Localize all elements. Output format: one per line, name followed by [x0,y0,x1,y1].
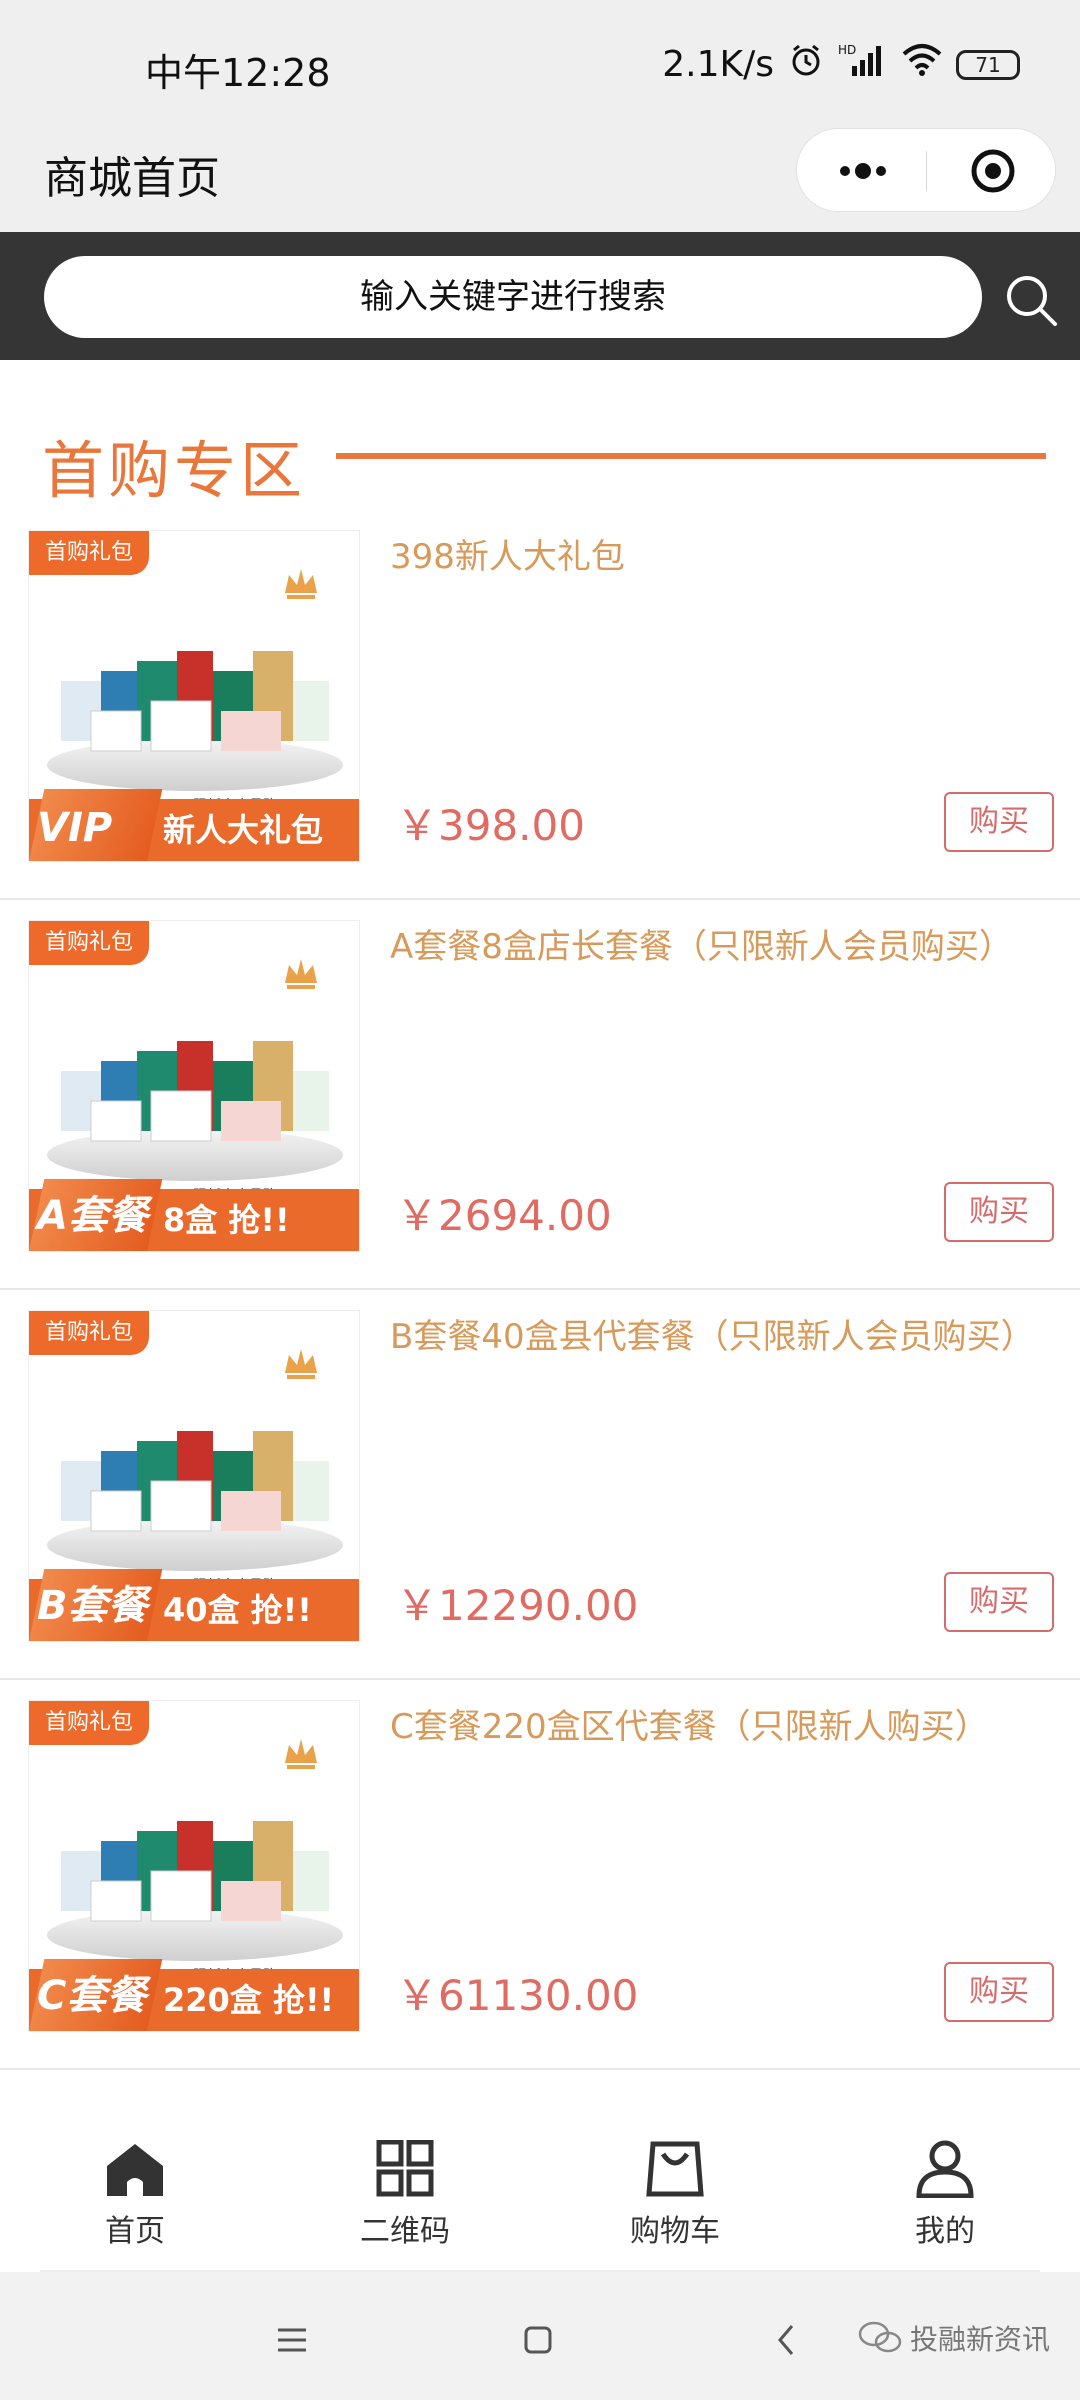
product-name[interactable]: A套餐8盒店长套餐（只限新人会员购买） [390,924,1050,970]
watermark: 投融新资讯 [858,2318,1050,2358]
product-price: ￥61130.00 [396,1971,639,2020]
tab-home[interactable]: 首页 [35,2140,235,2270]
section-header: 首购专区 [0,360,1080,510]
product-image[interactable]: 首购礼包 只限新人会员购买 C套餐 220盒 抢!! [28,1700,360,2032]
status-indicators: 2.1K/s HD 71 [662,42,1020,87]
buy-button[interactable]: 购买 [944,792,1054,852]
battery-icon: 71 [956,49,1020,80]
capsule-divider [926,151,927,191]
product-name[interactable]: 398新人大礼包 [390,534,1050,580]
menu-icon[interactable] [262,2310,322,2370]
watermark-text: 投融新资讯 [910,2323,1051,2356]
product-image-banner-text: 220盒 抢!! [163,1981,335,2019]
target-close-icon[interactable] [957,149,1029,193]
hd-label: HD [838,43,856,57]
product-card[interactable]: 首购礼包 只限新人会员购买 C套餐 220盒 抢!! C套餐220盒区代套餐（只… [0,1680,1080,2070]
back-icon[interactable] [756,2310,816,2370]
product-name[interactable]: C套餐220盒区代套餐（只限新人购买） [390,1704,1050,1750]
wifi-icon [902,42,942,87]
section-divider-line [336,453,1046,459]
status-time: 中午12:28 [145,51,331,95]
product-image-badge: C套餐 [37,1973,147,2019]
product-tag: 首购礼包 [29,1311,150,1355]
network-speed: 2.1K/s [662,44,774,85]
search-icon[interactable] [1003,272,1059,328]
home-square-icon[interactable] [508,2310,568,2370]
product-image-banner-text: 新人大礼包 [163,811,324,849]
system-nav-bar: 投融新资讯 [0,2272,1080,2400]
tab-label: 二维码 [360,2214,450,2249]
crown-logo-icon [285,569,317,599]
product-image[interactable]: 首购礼包 只限新人会员购买 A套餐 8盒 抢!! [28,920,360,1252]
product-tag: 首购礼包 [29,1701,150,1745]
product-card[interactable]: 首购礼包 只限新人会员购买 B套餐 40盒 抢!! B套餐40盒县代套餐（只限新… [0,1290,1080,1680]
tab-mine[interactable]: 我的 [845,2140,1045,2270]
product-boxes-illustration [61,651,329,752]
buy-button[interactable]: 购买 [944,1572,1054,1632]
product-image-banner-text: 40盒 抢!! [163,1591,312,1629]
user-icon [916,2140,974,2198]
tab-label: 我的 [915,2214,975,2249]
bottom-tab-bar: 首页 二维码 购物车 我的 [0,2080,1080,2272]
product-image-badge: A套餐 [37,1193,148,1239]
home-icon [107,2144,163,2196]
product-image-badge: VIP [37,805,113,851]
product-tag: 首购礼包 [29,531,150,575]
crown-logo-icon [285,959,317,989]
tab-qrcode[interactable]: 二维码 [305,2140,505,2270]
product-image[interactable]: 首购礼包 只限新人会员购买 B套餐 40盒 抢!! [28,1310,360,1642]
tab-label: 购物车 [630,2214,720,2249]
search-input[interactable]: 输入关键字进行搜索 [44,256,982,338]
product-card[interactable]: 首购礼包 只限新人会员购买 VIP 新人大礼包 398新人大礼包 ￥398.00… [0,510,1080,900]
product-tag: 首购礼包 [29,921,150,965]
tab-label: 首页 [105,2214,165,2249]
shopping-bag-icon [646,2141,704,2197]
product-price: ￥12290.00 [396,1581,639,1630]
product-image-badge: B套餐 [37,1583,148,1629]
product-boxes-illustration [61,1431,329,1532]
buy-button[interactable]: 购买 [944,1182,1054,1242]
search-area: 输入关键字进行搜索 [0,232,1080,360]
tab-cart[interactable]: 购物车 [575,2140,775,2270]
crown-logo-icon [285,1349,317,1379]
more-dots-icon[interactable] [821,149,901,193]
buy-button[interactable]: 购买 [944,1962,1054,2022]
alarm-icon [788,42,824,87]
status-bar: 中午12:28 2.1K/s HD 71 [0,0,1080,130]
crown-logo-icon [285,1739,317,1769]
product-price: ￥398.00 [396,801,585,850]
product-price: ￥2694.00 [396,1191,612,1240]
page-title: 商城首页 [44,153,220,204]
qrcode-grid-icon [376,2140,434,2197]
wechat-icon [858,2321,902,2353]
product-name[interactable]: B套餐40盒县代套餐（只限新人会员购买） [390,1314,1050,1360]
miniprogram-capsule [796,128,1056,212]
product-card[interactable]: 首购礼包 只限新人会员购买 A套餐 8盒 抢!! A套餐8盒店长套餐（只限新人会… [0,900,1080,1290]
product-image-banner-text: 8盒 抢!! [163,1201,290,1239]
product-boxes-illustration [61,1041,329,1142]
title-bar: 商城首页 [0,120,1080,232]
signal-icon: HD [838,42,888,87]
section-title: 首购专区 [42,434,307,507]
product-image[interactable]: 首购礼包 只限新人会员购买 VIP 新人大礼包 [28,530,360,862]
product-boxes-illustration [61,1821,329,1922]
